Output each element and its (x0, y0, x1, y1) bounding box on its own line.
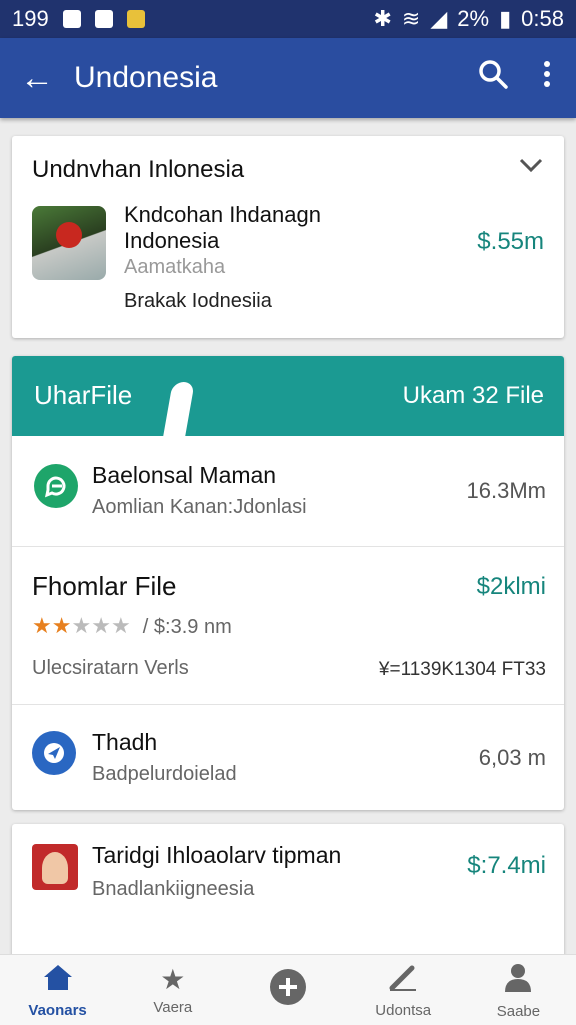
home-icon (41, 962, 75, 998)
list-item-value: 16.3Mm (466, 478, 546, 503)
bottom-nav: Vaonars ★ Vaera Udontsa Saabe (0, 954, 576, 1025)
list-item-subtitle: Aomlian Kanan:Jdonlasi (92, 496, 307, 518)
edit-icon (386, 962, 420, 998)
list-item[interactable]: Fhomlar File $2klmi ★★★★★ / $:3.9 nm Ule… (12, 546, 564, 705)
status-left-time: 199 (12, 6, 49, 31)
product-thumbnail (32, 844, 78, 890)
featured-card[interactable]: Undnvhan Inlonesia Kndcohan Ihdanagn Ind… (12, 136, 564, 338)
nav-tab-home[interactable]: Vaonars (0, 955, 115, 1025)
star-filled-icon: ★ (51, 613, 72, 638)
nav-tab-favorites[interactable]: ★ Vaera (115, 955, 230, 1025)
more-vert-icon[interactable] (542, 59, 552, 97)
image-notification-icon (94, 10, 113, 28)
list-item-subtitle: Badpelurdoielad (92, 763, 237, 785)
nav-tab-label: Vaera (153, 998, 193, 1016)
nav-tab-label: Saabe (496, 1002, 541, 1020)
app-notification-icon (126, 10, 145, 28)
star-icon: ★ (160, 963, 186, 995)
page-title: Undonesia (74, 61, 218, 94)
list-item-value: $2klmi (476, 573, 546, 600)
chevron-down-icon[interactable] (518, 154, 544, 182)
product-subtitle: Bnadlankiigneesia (92, 878, 255, 900)
star-empty-icon: ★ (110, 613, 131, 638)
featured-item-thumbnail (32, 206, 106, 280)
list-item[interactable]: Thadh Badpelurdoielad 6,03 m (12, 704, 564, 810)
search-icon[interactable] (476, 57, 510, 99)
battery-icon: ▮ (499, 6, 512, 31)
featured-item-subtitle: Aamatkaha (124, 256, 226, 278)
product-price: $:7.4mi (467, 852, 546, 879)
bluetooth-icon: ✱ (373, 6, 392, 31)
star-filled-icon: ★ (32, 613, 52, 638)
signal-icon: ◢ (430, 6, 448, 31)
status-bar: 199 ✱ ≋ ◢ 2% ▮ 0:58 (0, 0, 576, 38)
chat-icon (34, 464, 78, 508)
file-banner: UharFile Ukam 32 File (12, 356, 564, 436)
list-item-extra: ¥=1139K1304 FT33 (378, 659, 546, 680)
list-item-value: 6,03 m (478, 745, 546, 770)
wifi-icon: ≋ (401, 6, 421, 31)
star-empty-icon: ★ (71, 613, 92, 638)
banner-left-label: UharFile (34, 380, 133, 410)
list-item[interactable]: Baelonsal Maman Aomlian Kanan:Jdonlasi 1… (12, 436, 564, 546)
list-item-subtitle: Ulecsiratarn Verls (32, 657, 189, 679)
list-item-title: Baelonsal Maman (92, 462, 277, 488)
status-time: 0:58 (521, 6, 564, 31)
product-title: Taridgi Ihloaolarv tipman (92, 842, 342, 868)
nav-tab-label: Vaonars (28, 1001, 87, 1019)
file-list-card: UharFile Ukam 32 File Baelonsal Maman Ao… (12, 356, 564, 810)
star-empty-icon: ★ (91, 613, 111, 638)
featured-item-title-line1: Kndcohan Ihdanagn (124, 202, 321, 227)
camera-notification-icon (62, 10, 81, 28)
banner-right-label[interactable]: Ukam 32 File (403, 382, 544, 410)
add-circle-icon (268, 967, 308, 1013)
battery-percent: 2% (457, 6, 490, 31)
product-card[interactable]: Taridgi Ihloaolarv tipman Bnadlankiignee… (12, 824, 564, 964)
app-bar: ← Undonesia (0, 38, 576, 118)
person-icon (501, 961, 535, 999)
nav-tab-label: Udontsa (375, 1001, 432, 1019)
nav-tab-add[interactable] (230, 955, 345, 1025)
list-item-title: Fhomlar File (32, 571, 177, 601)
rating-stars: ★★★★★ / $:3.9 nm (32, 613, 232, 639)
featured-item-detail: Brakak Iodnesiia (124, 290, 272, 312)
banner-notch-shape (163, 382, 195, 436)
rating-text: / $:3.9 nm (142, 616, 232, 638)
featured-item-title-line2: Indonesia (124, 228, 220, 253)
send-icon (32, 731, 76, 775)
nav-tab-edit[interactable]: Udontsa (346, 955, 461, 1025)
back-arrow-icon[interactable]: ← (0, 59, 74, 98)
list-item-title: Thadh (92, 729, 158, 755)
featured-item-price: $.55m (477, 228, 544, 255)
nav-tab-profile[interactable]: Saabe (461, 955, 576, 1025)
featured-card-title: Undnvhan Inlonesia (32, 156, 245, 183)
